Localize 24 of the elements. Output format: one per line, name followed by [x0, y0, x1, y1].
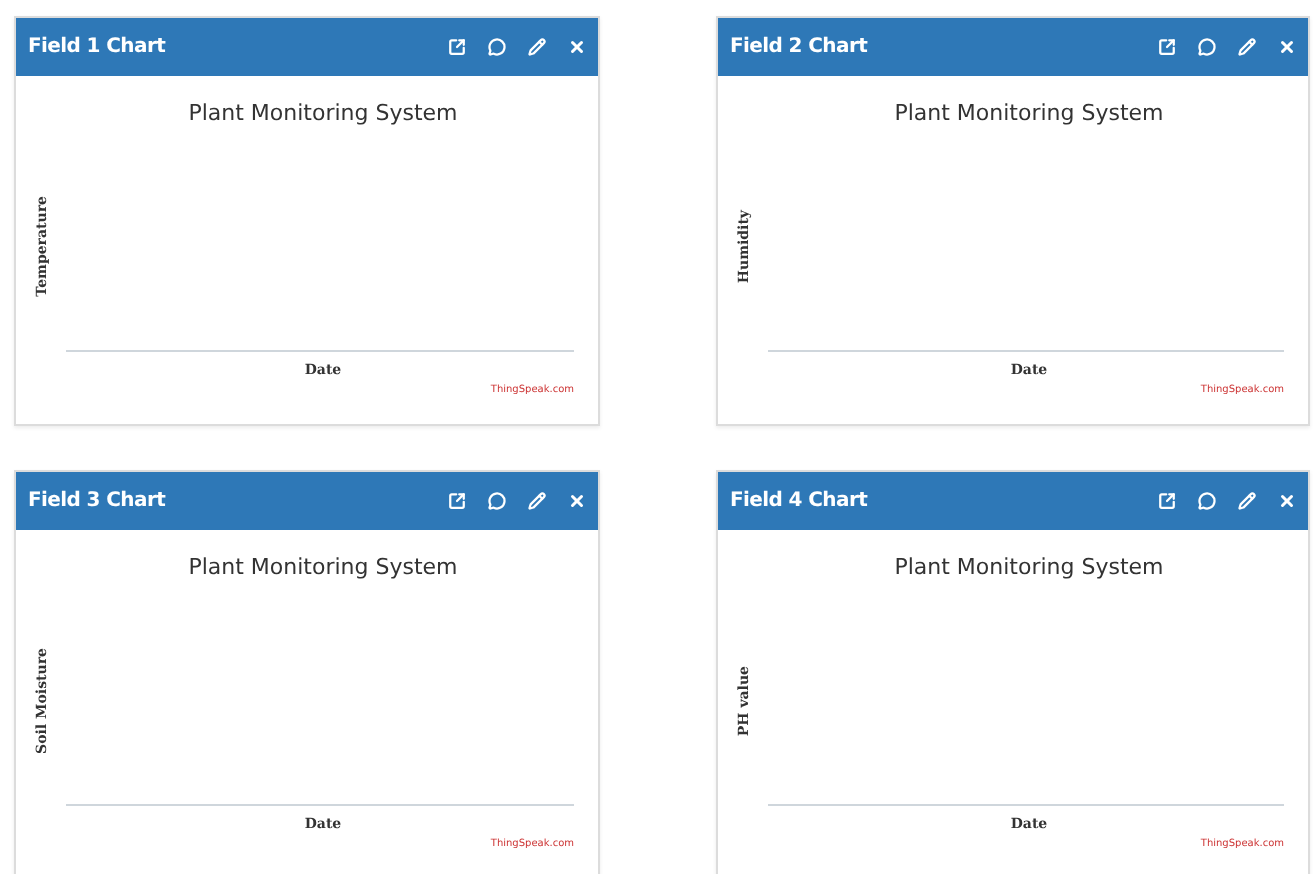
- close-icon[interactable]: [1278, 492, 1296, 510]
- card-title: Field 2 Chart: [730, 36, 870, 58]
- chart-title: Plant Monitoring System: [894, 554, 1164, 580]
- external-link-icon[interactable]: [1158, 492, 1176, 510]
- chart-title: Plant Monitoring System: [188, 100, 458, 126]
- external-link-icon[interactable]: [448, 38, 466, 56]
- comment-icon[interactable]: [488, 38, 506, 56]
- pencil-icon[interactable]: [528, 38, 546, 56]
- card-title: Field 4 Chart: [730, 490, 870, 512]
- pencil-icon[interactable]: [1238, 492, 1256, 510]
- chart-title: Plant Monitoring System: [188, 554, 458, 580]
- close-icon[interactable]: [568, 38, 586, 56]
- comment-icon[interactable]: [1198, 38, 1216, 56]
- close-icon[interactable]: [1278, 38, 1296, 56]
- external-link-icon[interactable]: [448, 492, 466, 510]
- comment-icon[interactable]: [1198, 492, 1216, 510]
- card-title: Field 3 Chart: [28, 490, 168, 512]
- pencil-icon[interactable]: [1238, 38, 1256, 56]
- chart-title: Plant Monitoring System: [894, 100, 1164, 126]
- pencil-icon[interactable]: [528, 492, 546, 510]
- comment-icon[interactable]: [488, 492, 506, 510]
- external-link-icon[interactable]: [1158, 38, 1176, 56]
- card-title: Field 1 Chart: [28, 36, 168, 58]
- close-icon[interactable]: [568, 492, 586, 510]
